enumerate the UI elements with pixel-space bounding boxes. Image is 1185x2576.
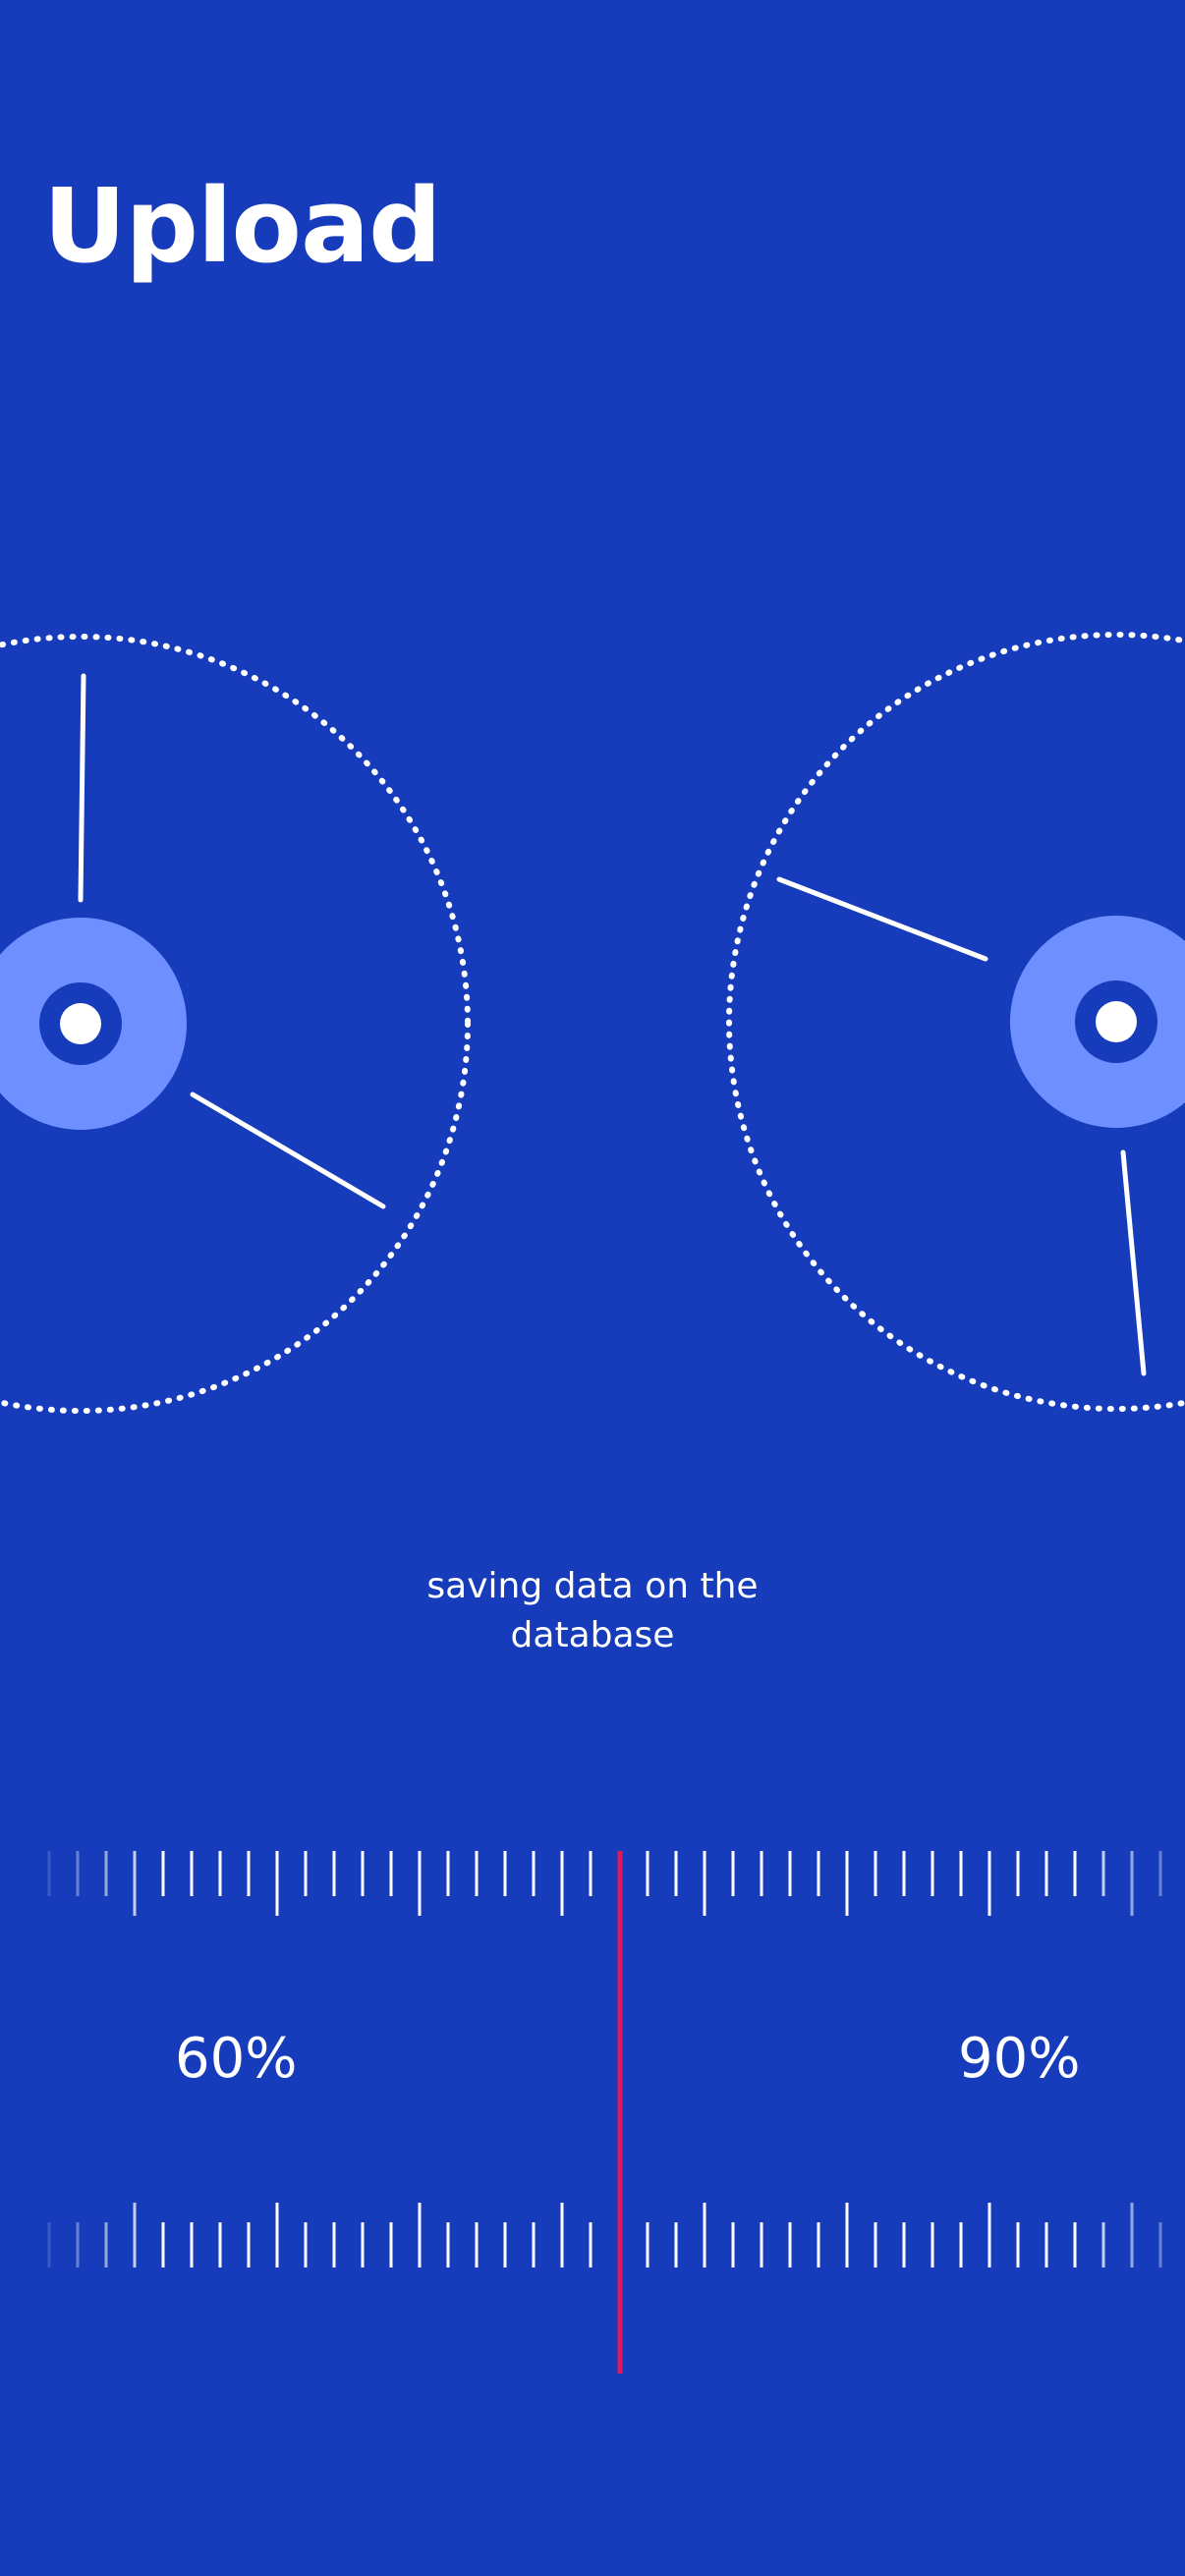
left-reel-icon: [0, 634, 471, 1414]
status-message: saving data on the database: [0, 1562, 1185, 1660]
status-line-1: saving data on the: [426, 1566, 759, 1606]
status-line-2: database: [510, 1615, 675, 1655]
page-title: Upload: [43, 166, 442, 286]
percent-label-left: 60%: [175, 2027, 298, 2091]
progress-meter: [47, 1851, 1162, 2374]
percent-label-right: 90%: [958, 2027, 1081, 2091]
tape-reels: [0, 632, 1185, 1414]
top-ticks: [47, 1851, 1162, 1916]
bottom-ticks: [47, 2203, 1162, 2268]
right-reel-icon: [726, 632, 1185, 1412]
